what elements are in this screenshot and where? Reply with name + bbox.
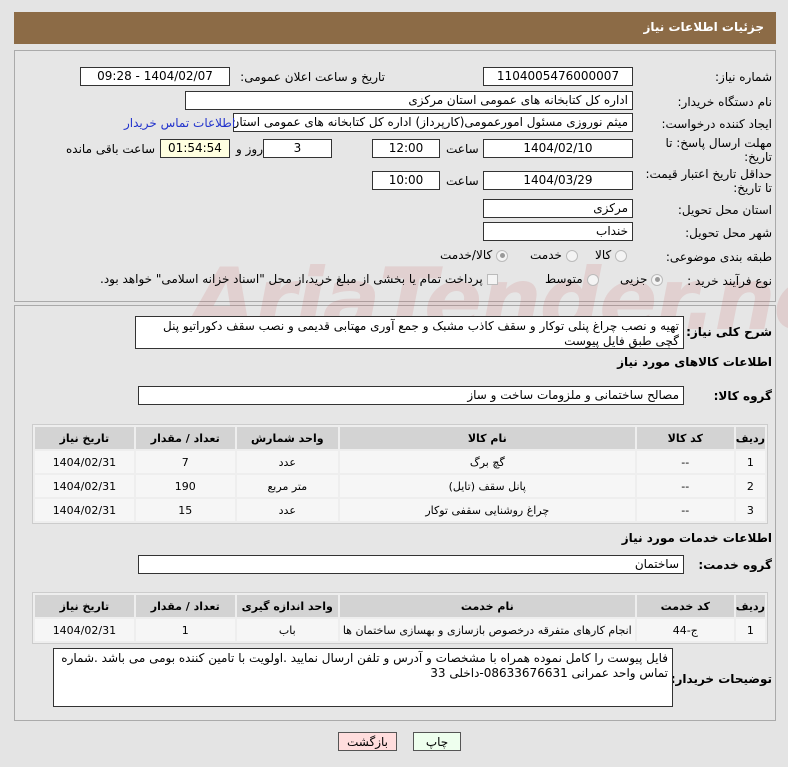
cell: 7 [135,451,235,473]
buyer-org-field[interactable]: اداره کل کتابخانه های عمومی استان مرکزی [185,91,633,110]
need-number-label: شماره نیاز: [715,70,772,84]
cell: باب [236,619,338,641]
days-label: روز و [236,142,263,156]
cell: 15 [135,499,235,521]
deadline-date-field[interactable]: 1404/02/10 [483,139,633,158]
cell: -- [636,499,734,521]
announce-label: تاریخ و ساعت اعلان عمومی: [240,70,385,84]
process-minor-radio[interactable]: جزیی [620,272,664,286]
col-header: تاریخ نیاز [35,595,134,617]
validity-label: حداقل تاریخ اعتبار قیمت: تا تاریخ: [645,167,772,195]
cell: پانل سقف (تایل) [339,475,635,497]
cell: 1404/02/31 [35,475,134,497]
cell: عدد [236,499,338,521]
cell: 1 [735,451,765,473]
remaining-time-field: 01:54:54 [160,139,230,158]
deadline-time-field[interactable]: 12:00 [372,139,440,158]
cell: ج-44 [636,619,734,641]
cell: 2 [735,475,765,497]
table-header-row: ردیف کد خدمت نام خدمت واحد اندازه گیری ت… [35,595,765,617]
page-header: جزئیات اطلاعات نیاز [14,12,776,44]
validity-time-field[interactable]: 10:00 [372,171,440,190]
table-row: 2 -- پانل سقف (تایل) متر مربع 190 1404/02/31 [35,475,765,497]
goods-group-label: گروه کالا: [713,389,772,403]
col-header: نام کالا [339,427,635,449]
buyer-notes-textarea[interactable]: فایل پیوست را کامل نموده همراه با مشخصات… [53,648,673,707]
goods-section-title: اطلاعات کالاهای مورد نیاز [617,355,772,369]
col-header: نام خدمت [339,595,635,617]
city-field[interactable]: خنداب [483,222,633,241]
cell: 1404/02/31 [35,619,134,641]
col-header: ردیف [735,427,765,449]
back-button[interactable]: بازگشت [338,732,397,751]
process-medium-radio[interactable]: متوسط [545,272,599,286]
cell: متر مربع [236,475,338,497]
cell: انجام کارهای متفرقه درخصوص بازسازی و بهس… [339,619,635,641]
cell: -- [636,475,734,497]
buyer-contact-link[interactable]: اطلاعات تماس خریدار [124,116,235,130]
validity-time-label: ساعت [446,174,479,188]
cell: 1404/02/31 [35,499,134,521]
description-label: شرح کلی نیاز: [686,325,772,339]
services-section-title: اطلاعات خدمات مورد نیاز [621,531,772,545]
table-header-row: ردیف کد کالا نام کالا واحد شمارش تعداد /… [35,427,765,449]
col-header: واحد شمارش [236,427,338,449]
category-label: طبقه بندی موضوعی: [665,250,772,264]
description-textarea[interactable]: تهیه و نصب چراغ پنلی توکار و سقف کاذب مش… [135,316,684,349]
cell: 3 [735,499,765,521]
announce-field[interactable]: 1404/02/07 - 09:28 [80,67,230,86]
cell: چراغ روشنایی سقفی توکار [339,499,635,521]
category-service-radio[interactable]: خدمت [530,248,578,262]
goods-table: ردیف کد کالا نام کالا واحد شمارش تعداد /… [32,424,768,524]
province-label: استان محل تحویل: [677,203,772,217]
cell: عدد [236,451,338,473]
cell: گچ برگ [339,451,635,473]
deadline-label: مهلت ارسال پاسخ: تا تاریخ: [665,136,772,164]
category-goods-radio[interactable]: کالا [595,248,628,262]
cell: 190 [135,475,235,497]
cell: 1 [735,619,765,641]
services-group-label: گروه خدمت: [698,558,772,572]
category-goods-service-radio[interactable]: کالا/خدمت [440,248,509,262]
remaining-label: ساعت باقی مانده [66,142,156,156]
table-row: 3 -- چراغ روشنایی سقفی توکار عدد 15 1404/02/3… [35,499,765,521]
col-header: ردیف [735,595,765,617]
goods-group-field[interactable]: مصالح ساختمانی و ملزومات ساخت و ساز [138,386,684,405]
table-row: 1 ج-44 انجام کارهای متفرقه درخصوص بازسازی … [35,619,765,641]
deadline-time-label: ساعت [446,142,479,156]
creator-label: ایجاد کننده درخواست: [661,117,772,131]
process-label: نوع فرآیند خرید : [687,274,772,288]
cell: 1404/02/31 [35,451,134,473]
col-header: تاریخ نیاز [35,427,134,449]
province-field[interactable]: مرکزی [483,199,633,218]
table-row: 1 -- گچ برگ عدد 7 1404/02/31 [35,451,765,473]
print-button[interactable]: چاپ [413,732,461,751]
col-header: واحد اندازه گیری [236,595,338,617]
services-group-field[interactable]: ساختمان [138,555,684,574]
services-table: ردیف کد خدمت نام خدمت واحد اندازه گیری ت… [32,592,768,644]
buyer-org-label: نام دستگاه خریدار: [677,95,773,109]
col-header: کد خدمت [636,595,734,617]
cell: -- [636,451,734,473]
buyer-notes-label: توضیحات خریدار: [670,672,772,686]
treasury-checkbox[interactable]: پرداخت تمام یا بخشی از مبلغ خرید،از محل … [100,272,498,286]
col-header: تعداد / مقدار [135,427,235,449]
creator-field[interactable]: میثم نوروزی مسئول امورعمومی(کارپرداز) اد… [233,113,633,132]
col-header: تعداد / مقدار [135,595,235,617]
need-number-field[interactable]: 1104005476000007 [483,67,633,86]
col-header: کد کالا [636,427,734,449]
validity-date-field[interactable]: 1404/03/29 [483,171,633,190]
city-label: شهر محل تحویل: [685,226,772,240]
days-field[interactable]: 3 [263,139,332,158]
cell: 1 [135,619,235,641]
